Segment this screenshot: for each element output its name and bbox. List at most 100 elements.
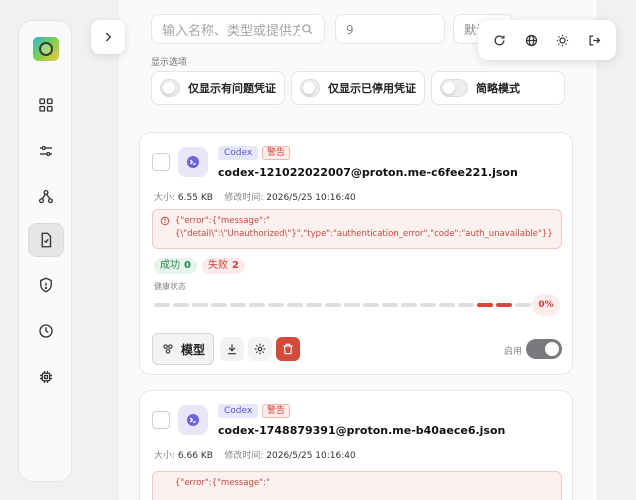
size-label: 大小: (154, 193, 176, 203)
error-message-box: {"error":{"message":" (152, 471, 562, 500)
logout-button[interactable] (583, 29, 605, 51)
fail-count: 2 (232, 260, 239, 271)
status-badge: 警告 (262, 146, 291, 160)
card-checkbox[interactable] (152, 411, 170, 429)
grid-icon (39, 98, 53, 112)
toggle-label: 仅显示有问题凭证 (188, 82, 276, 95)
health-segment (496, 303, 512, 307)
download-icon (227, 344, 237, 355)
model-button[interactable]: 模型 (152, 333, 214, 365)
size-label: 大小: (154, 451, 176, 461)
error-message-box: {"error":{"message":" {\"detail\":\"Unau… (152, 209, 562, 249)
shield-icon (40, 277, 52, 293)
health-segment (287, 303, 303, 307)
fail-label: 失败 (208, 260, 228, 271)
credential-file-name: codex-1748879391@proton.me-b40aece6.json (218, 424, 506, 437)
app-logo[interactable] (33, 37, 59, 61)
terminal-file-icon (178, 405, 208, 435)
health-segment (325, 303, 341, 307)
search-placeholder: 输入名称、类型或提供方 (162, 23, 300, 39)
health-segment (211, 303, 227, 307)
display-options-label: 显示选项 (151, 58, 188, 68)
toggle-disabled-only[interactable]: 仅显示已停用凭证 (291, 71, 425, 105)
main-content: 输入名称、类型或提供方 9 默认 显示选项 仅显示有问题凭证 仅显示已停用凭证 … (118, 0, 598, 500)
health-percent: 0% (532, 294, 560, 316)
credential-meta: 大小: 6.55 KB 修改时间: 2026/5/25 10:16:40 (154, 190, 356, 203)
fail-count-badge: 失败 2 (202, 258, 245, 274)
health-segment (154, 303, 170, 307)
sidebar-item-security[interactable] (28, 267, 64, 303)
delete-button[interactable] (276, 337, 300, 361)
logo-mark (39, 42, 53, 56)
size-value: 6.66 KB (177, 451, 213, 461)
trash-icon (283, 343, 293, 355)
health-segment (344, 303, 360, 307)
chevron-right-icon (105, 32, 112, 42)
logout-icon (589, 35, 601, 45)
globe-icon (525, 34, 537, 46)
health-segment (230, 303, 246, 307)
error-text-line1: {"error":{"message":" (175, 478, 270, 488)
sidebar-item-dashboard[interactable] (28, 87, 64, 123)
modified-value: 2026/5/25 10:16:40 (266, 193, 356, 203)
health-segment (515, 303, 531, 307)
cube-cluster-icon (163, 344, 173, 354)
health-segment (420, 303, 436, 307)
toggle-problem-only[interactable]: 仅显示有问题凭证 (151, 71, 285, 105)
sliders-icon (40, 145, 52, 157)
sidebar-item-settings[interactable] (28, 133, 64, 169)
expand-sidebar-button[interactable] (91, 20, 125, 54)
toggle-label: 仅显示已停用凭证 (328, 82, 416, 95)
health-segment (458, 303, 474, 307)
status-badge: 警告 (262, 404, 291, 418)
success-count-badge: 成功 0 (154, 258, 197, 274)
modified-label: 修改时间: (224, 451, 264, 461)
page-size-select[interactable]: 9 (335, 14, 445, 44)
toggle-compact-mode[interactable]: 简略模式 (431, 71, 565, 105)
toggle-switch[interactable] (300, 79, 320, 97)
enable-label: 启用 (504, 347, 523, 357)
language-button[interactable] (520, 29, 542, 51)
health-segment (477, 303, 493, 307)
sidebar-item-credentials[interactable] (28, 223, 64, 257)
health-label: 健康状态 (154, 282, 186, 291)
terminal-file-icon (178, 147, 208, 177)
health-segment (249, 303, 265, 307)
error-text-line1: {"error":{"message":" (175, 216, 270, 226)
credential-file-name: codex-121022022007@proton.me-c6fee221.js… (218, 166, 518, 179)
model-button-label: 模型 (180, 342, 205, 357)
health-bar (154, 303, 531, 307)
top-action-bar (478, 20, 616, 60)
size-value: 6.55 KB (177, 193, 213, 203)
enable-toggle[interactable] (526, 339, 562, 359)
health-segment (401, 303, 417, 307)
health-segment (192, 303, 208, 307)
search-input[interactable]: 输入名称、类型或提供方 (151, 14, 325, 44)
credential-card: Codex 警告 codex-121022022007@proton.me-c6… (139, 132, 573, 375)
credential-card: Codex 警告 codex-1748879391@proton.me-b40a… (139, 390, 573, 500)
sidebar-item-system[interactable] (28, 359, 64, 395)
toggle-switch[interactable] (160, 79, 180, 97)
success-label: 成功 (160, 260, 180, 271)
sidebar-item-providers[interactable] (28, 179, 64, 215)
sidebar-item-usage[interactable] (28, 313, 64, 349)
modified-label: 修改时间: (224, 193, 264, 203)
refresh-icon (494, 34, 505, 45)
document-check-icon (41, 232, 52, 248)
gear-icon (254, 343, 266, 355)
toggle-switch[interactable] (440, 79, 468, 97)
credential-meta: 大小: 6.66 KB 修改时间: 2026/5/25 10:16:40 (154, 448, 356, 461)
health-segment (173, 303, 189, 307)
error-text-line2: {\"detail\":\"Unauthorized\"}","type":"a… (175, 229, 553, 239)
theme-button[interactable] (552, 29, 574, 51)
provider-badge: Codex (218, 146, 259, 160)
success-count: 0 (184, 260, 191, 271)
refresh-button[interactable] (489, 29, 511, 51)
health-segment (268, 303, 284, 307)
card-checkbox[interactable] (152, 153, 170, 171)
toggle-label: 简略模式 (476, 82, 520, 95)
settings-button[interactable] (248, 337, 272, 361)
download-button[interactable] (220, 337, 244, 361)
modified-value: 2026/5/25 10:16:40 (266, 451, 356, 461)
search-icon (302, 24, 313, 35)
